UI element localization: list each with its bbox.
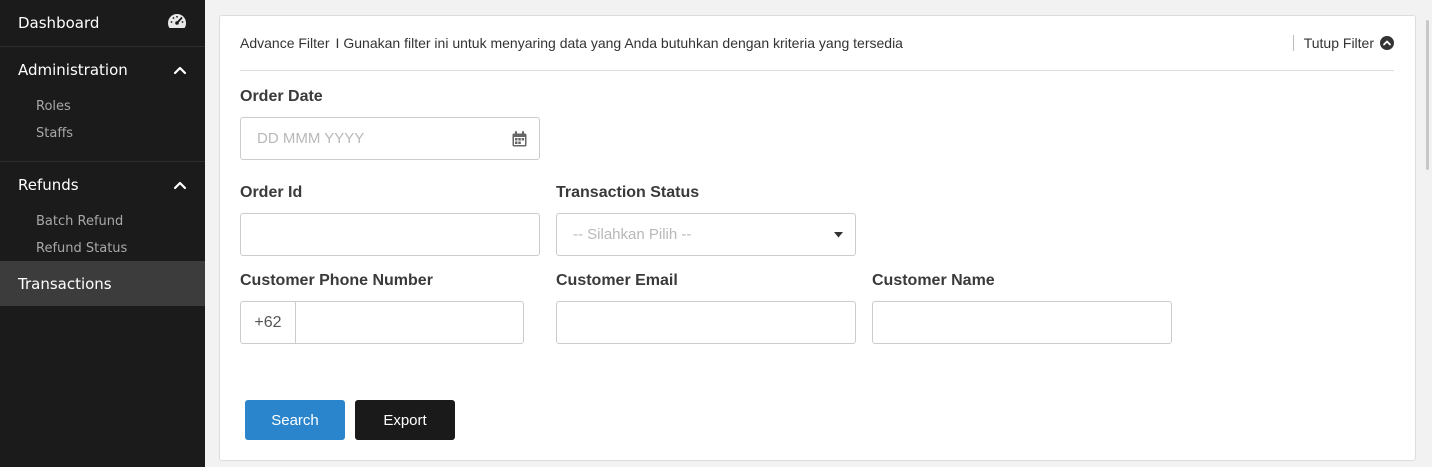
customer-name-label: Customer Name (872, 272, 995, 289)
sidebar-item-refund-status[interactable]: Refund Status (0, 235, 205, 262)
chevron-up-icon (173, 181, 187, 190)
search-button[interactable]: Search (245, 400, 345, 440)
customer-phone-input[interactable]: +62 (240, 301, 524, 344)
order-date-input[interactable]: DD MMM YYYY (240, 117, 540, 160)
transaction-status-label: Transaction Status (556, 184, 700, 201)
order-date-placeholder: DD MMM YYYY (257, 130, 365, 147)
close-filter-label: Tutup Filter (1303, 35, 1374, 51)
close-filter-button[interactable]: Tutup Filter (1292, 35, 1394, 51)
filter-title-group: Advance Filter I Gunakan filter ini untuk … (240, 35, 903, 51)
sidebar-section-label: Administration (18, 61, 128, 79)
transaction-status-select[interactable]: -- Silahkan Pilih -- (556, 213, 856, 256)
order-id-label: Order Id (240, 184, 303, 201)
customer-name-input[interactable] (872, 301, 1172, 344)
order-id-input[interactable] (240, 213, 540, 256)
sidebar-section-label: Refunds (18, 176, 79, 194)
caret-down-icon (834, 231, 843, 237)
speedometer-icon (167, 13, 187, 33)
calendar-icon (512, 130, 527, 146)
scrollbar-thumb[interactable] (1426, 20, 1429, 170)
sidebar-item-administration[interactable]: Administration (0, 47, 205, 93)
sidebar-item-dashboard[interactable]: Dashboard (0, 0, 205, 47)
filter-description: Gunakan filter ini untuk menyaring data … (343, 35, 903, 51)
sidebar-item-refunds[interactable]: Refunds (0, 162, 205, 208)
sidebar-item-batch-refund[interactable]: Batch Refund (0, 208, 205, 235)
advance-filter-panel: Advance Filter I Gunakan filter ini untuk … (219, 15, 1416, 461)
sidebar-section-administration: Administration Roles Staffs (0, 47, 205, 162)
filter-separator: I (335, 35, 340, 51)
sidebar-item-roles[interactable]: Roles (0, 93, 205, 120)
customer-phone-label: Customer Phone Number (240, 272, 433, 289)
filter-title: Advance Filter (240, 35, 330, 51)
chevron-up-icon (173, 66, 187, 75)
sidebar-item-label: Dashboard (18, 14, 100, 32)
phone-prefix: +62 (241, 302, 296, 343)
chevron-up-circle-icon (1380, 36, 1394, 50)
transaction-status-placeholder: -- Silahkan Pilih -- (573, 226, 692, 243)
sidebar-item-staffs[interactable]: Staffs (0, 120, 205, 147)
export-button[interactable]: Export (355, 400, 455, 440)
sidebar-item-label: Transactions (18, 274, 112, 293)
sidebar: Dashboard Administration Roles Staffs Re… (0, 0, 205, 467)
page-scrollbar[interactable] (1416, 0, 1432, 467)
customer-email-input[interactable] (556, 301, 856, 344)
filter-header: Advance Filter I Gunakan filter ini untuk … (240, 16, 1394, 71)
sidebar-item-transactions[interactable]: Transactions (0, 261, 205, 306)
order-date-label: Order Date (240, 88, 323, 105)
customer-email-label: Customer Email (556, 272, 678, 289)
sidebar-section-refunds: Refunds Batch Refund Refund Status (0, 162, 205, 277)
